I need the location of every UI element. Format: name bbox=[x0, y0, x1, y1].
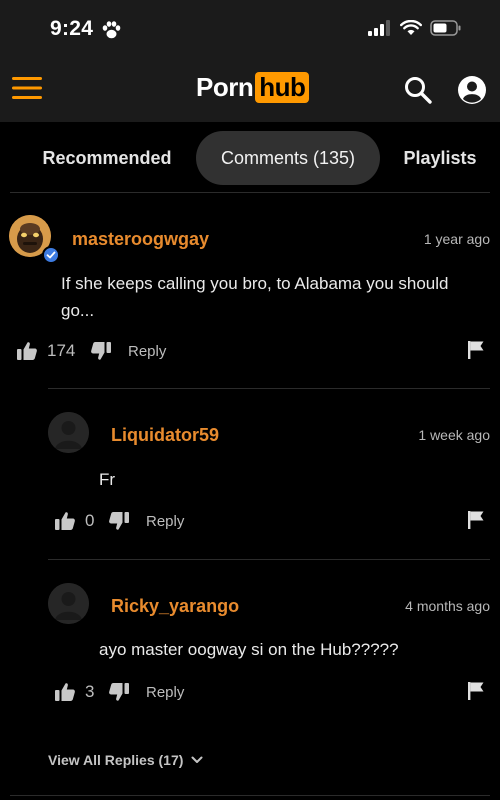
user-icon[interactable] bbox=[457, 75, 487, 105]
top-nav: Porn hub bbox=[0, 58, 500, 122]
comment-text: If she keeps calling you bro, to Alabama… bbox=[61, 274, 449, 320]
tab-comments[interactable]: Comments (135) bbox=[196, 131, 380, 185]
battery-icon bbox=[430, 20, 461, 36]
flag-icon[interactable] bbox=[467, 340, 485, 360]
comment-username[interactable]: Liquidator59 bbox=[111, 425, 219, 446]
chevron-down-icon bbox=[191, 756, 203, 763]
avatar[interactable] bbox=[48, 412, 89, 453]
thumbs-up-icon[interactable] bbox=[54, 510, 76, 532]
comment-username[interactable]: Ricky_yarango bbox=[111, 596, 239, 617]
avatar[interactable] bbox=[48, 583, 89, 624]
comment-text: ayo master oogway si on the Hub????? bbox=[99, 640, 399, 659]
comment-timestamp: 1 year ago bbox=[423, 231, 490, 247]
thumbs-up-icon[interactable] bbox=[16, 340, 38, 362]
like-count: 174 bbox=[47, 341, 76, 360]
view-all-replies-button[interactable]: View All Replies (17) bbox=[48, 752, 203, 768]
comment-timestamp: 1 week ago bbox=[418, 427, 490, 443]
menu-icon[interactable] bbox=[12, 76, 42, 100]
comment-timestamp: 4 months ago bbox=[405, 598, 490, 614]
tab-bar: Recommended Comments (135) Playlists bbox=[0, 122, 500, 192]
divider bbox=[48, 559, 490, 560]
thumbs-down-icon[interactable] bbox=[90, 340, 112, 362]
checkmark-icon bbox=[46, 251, 56, 259]
reply-button[interactable]: Reply bbox=[128, 343, 166, 360]
tab-playlists[interactable]: Playlists bbox=[386, 131, 494, 185]
tab-recommended[interactable]: Recommended bbox=[20, 131, 194, 185]
comment-text: Fr bbox=[99, 470, 116, 489]
like-count: 0 bbox=[85, 511, 95, 530]
like-count: 3 bbox=[85, 682, 95, 701]
view-all-replies-label: View All Replies (17) bbox=[48, 752, 184, 768]
default-avatar-icon bbox=[48, 583, 89, 624]
divider bbox=[10, 795, 490, 796]
status-bar: 9:24 bbox=[0, 0, 500, 58]
flag-icon[interactable] bbox=[467, 510, 485, 530]
divider bbox=[10, 192, 490, 193]
default-avatar-icon bbox=[48, 412, 89, 453]
logo-text-part2: hub bbox=[255, 72, 310, 103]
flag-icon[interactable] bbox=[467, 681, 485, 701]
thumbs-up-icon[interactable] bbox=[54, 681, 76, 703]
wifi-icon bbox=[400, 20, 422, 35]
divider bbox=[48, 388, 490, 389]
verified-badge bbox=[42, 246, 60, 264]
logo-text-part1: Porn bbox=[196, 72, 254, 102]
search-icon[interactable] bbox=[403, 75, 433, 105]
thumbs-down-icon[interactable] bbox=[108, 681, 130, 703]
status-time: 9:24 bbox=[50, 17, 94, 40]
site-logo[interactable]: Porn hub bbox=[196, 72, 310, 103]
paw-icon bbox=[102, 21, 121, 39]
reply-button[interactable]: Reply bbox=[146, 684, 184, 701]
reply-button[interactable]: Reply bbox=[146, 513, 184, 530]
thumbs-down-icon[interactable] bbox=[108, 510, 130, 532]
signal-icon bbox=[368, 20, 390, 36]
comment-username[interactable]: masteroogwgay bbox=[72, 229, 209, 250]
